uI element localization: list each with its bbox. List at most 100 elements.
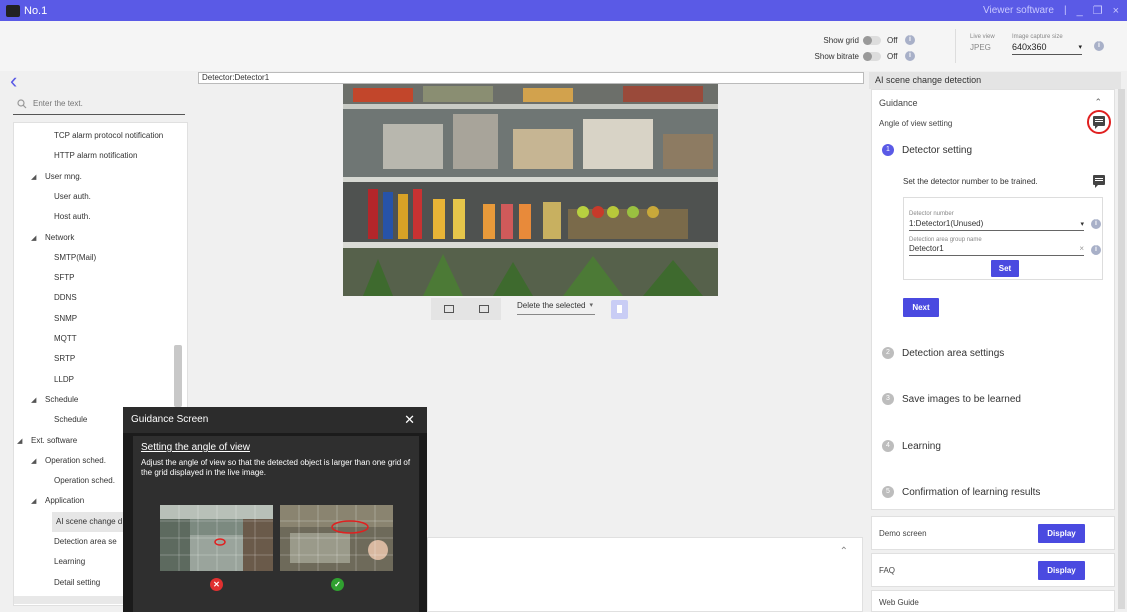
tree-item-label: Operation sched. (54, 476, 115, 486)
capture-size-label: Image capture size (1012, 34, 1063, 40)
tree-item-label: DDNS (54, 293, 77, 303)
tree-item-label: Detection area se (54, 537, 117, 546)
tree-item[interactable]: Operation sched. (54, 471, 115, 491)
set-button[interactable]: Set (991, 260, 1019, 277)
expand-toggle-icon[interactable]: ◢ (31, 452, 45, 472)
tree-item[interactable]: ◢ Ext. software (17, 431, 77, 451)
tree-item[interactable]: TCP alarm protocol notification (54, 126, 163, 146)
popup-close-icon[interactable]: ✕ (404, 407, 415, 433)
show-bitrate-toggle[interactable] (863, 51, 881, 61)
live-view-value: JPEG (970, 43, 991, 52)
tree-item[interactable]: ◢ User mng. (31, 167, 82, 187)
capture-size-value: 640x360 (1012, 42, 1047, 52)
step-1[interactable]: 1 Detector setting (882, 144, 972, 156)
show-grid-info-icon[interactable]: i (905, 35, 915, 45)
show-grid-toggle[interactable] (863, 35, 881, 45)
tree-item[interactable]: Detail setting (54, 573, 100, 593)
step-chat-icon[interactable] (1093, 175, 1105, 188)
menu-search (13, 93, 185, 115)
bottom-panel: ⌃ (427, 537, 863, 612)
step-5[interactable]: 5 Confirmation of learning results (882, 486, 1040, 498)
clear-icon[interactable]: × (1079, 244, 1084, 253)
step-number: 3 (882, 393, 894, 405)
tree-item-label: User auth. (54, 191, 91, 201)
faq-card: FAQ Display (871, 553, 1115, 587)
right-scrollbar[interactable] (1118, 89, 1125, 609)
demo-screen-label: Demo screen (879, 529, 927, 538)
tree-item-label: HTTP alarm notification (54, 151, 138, 161)
web-guide-card[interactable]: Web Guide (871, 590, 1115, 612)
expand-toggle-icon[interactable]: ◢ (31, 168, 45, 188)
delete-selected-dropdown[interactable]: Delete the selected ▾ (517, 301, 595, 315)
chevron-up-icon[interactable]: ⌃ (840, 546, 848, 557)
display-toggles: Show grid Off i Show bitrate Off i (803, 32, 943, 64)
step-label: Confirmation of learning results (902, 486, 1041, 498)
trash-button[interactable] (611, 300, 628, 319)
popup-subtitle: Setting the angle of view (141, 442, 250, 453)
live-image[interactable] (343, 84, 718, 296)
expand-toggle-icon[interactable]: ◢ (31, 492, 45, 512)
tree-item-label: SFTP (54, 273, 75, 283)
tree-item[interactable]: SMTP(Mail) (54, 248, 96, 268)
show-bitrate-label: Show bitrate (814, 51, 859, 61)
search-input[interactable] (33, 99, 173, 108)
next-button[interactable]: Next (903, 298, 939, 317)
web-guide-label: Web Guide (879, 598, 919, 607)
popup-body: Setting the angle of view Adjust the ang… (133, 436, 419, 612)
tree-scrollbar[interactable] (174, 345, 182, 407)
minimize-button[interactable]: _ (1077, 5, 1083, 17)
correct-mark-icon: ✓ (331, 578, 344, 591)
tree-item[interactable]: ◢ Application (31, 491, 84, 511)
tree-item[interactable]: Schedule (54, 410, 87, 430)
live-view-label: Live view (970, 34, 995, 40)
tree-item[interactable]: ◢ Network (31, 228, 74, 248)
expand-toggle-icon[interactable]: ◢ (31, 229, 45, 249)
close-window-button[interactable]: × (1113, 5, 1119, 17)
tree-item[interactable]: LLDP (54, 370, 74, 390)
faq-display-button[interactable]: Display (1038, 561, 1085, 580)
step-2[interactable]: 2 Detection area settings (882, 347, 1004, 359)
step-3[interactable]: 3 Save images to be learned (882, 393, 1021, 405)
tree-item-label: LLDP (54, 374, 75, 384)
chevron-up-icon[interactable]: ⌃ (1094, 97, 1102, 108)
popup-text: Adjust the angle of view so that the det… (141, 458, 411, 477)
step-4[interactable]: 4 Learning (882, 440, 941, 452)
image-draw-toolbar (431, 298, 501, 320)
detector-number-select[interactable]: 1:Detector1(Unused) ▾ (909, 219, 1084, 231)
show-grid-value: Off (887, 35, 898, 45)
capture-size-select[interactable]: 640x360 ▾ (1012, 42, 1082, 55)
tree-item[interactable]: Host auth. (54, 207, 90, 227)
detector-number-label: Detector number (909, 211, 954, 217)
detector-number-info-icon[interactable]: i (1091, 219, 1101, 229)
tree-item[interactable]: ◢ Schedule (31, 390, 78, 410)
right-panel-header: AI scene change detection (869, 72, 1121, 89)
tree-item[interactable]: DDNS (54, 288, 77, 308)
back-arrow-icon[interactable]: ‹ (10, 70, 17, 92)
tree-item[interactable]: HTTP alarm notification (54, 146, 137, 166)
step-number: 2 (882, 347, 894, 359)
group-name-input[interactable]: Detector1 × (909, 244, 1084, 256)
tree-item[interactable]: User auth. (54, 187, 91, 207)
select-area-icon[interactable] (478, 305, 489, 313)
tree-item-label: Learning (54, 557, 86, 567)
show-bitrate-info-icon[interactable]: i (905, 51, 915, 61)
group-name-info-icon[interactable]: i (1091, 245, 1101, 255)
tree-item[interactable]: Detection area se (54, 532, 117, 552)
capture-size-info-icon[interactable]: i (1094, 41, 1104, 51)
chevron-down-icon: ▾ (589, 302, 593, 309)
tree-item[interactable]: ◢ Operation sched. (31, 451, 106, 471)
demo-display-button[interactable]: Display (1038, 524, 1085, 543)
restore-button[interactable]: ❐ (1093, 4, 1103, 17)
angle-of-view-setting-label: Angle of view setting (879, 119, 953, 128)
tree-item[interactable]: Learning (54, 552, 85, 572)
tree-item[interactable]: SRTP (54, 349, 75, 369)
tree-item[interactable]: MQTT (54, 329, 77, 349)
expand-toggle-icon[interactable]: ◢ (31, 391, 45, 411)
detector-form: Detector number 1:Detector1(Unused) ▾ i … (903, 197, 1103, 280)
tree-item[interactable]: SFTP (54, 268, 74, 288)
expand-toggle-icon[interactable]: ◢ (17, 432, 31, 452)
tree-item[interactable]: SNMP (54, 309, 77, 329)
chevron-down-icon: ▾ (1080, 221, 1084, 228)
rectangle-icon[interactable] (443, 305, 454, 313)
tree-item-label: TCP alarm protocol notification (54, 131, 164, 140)
